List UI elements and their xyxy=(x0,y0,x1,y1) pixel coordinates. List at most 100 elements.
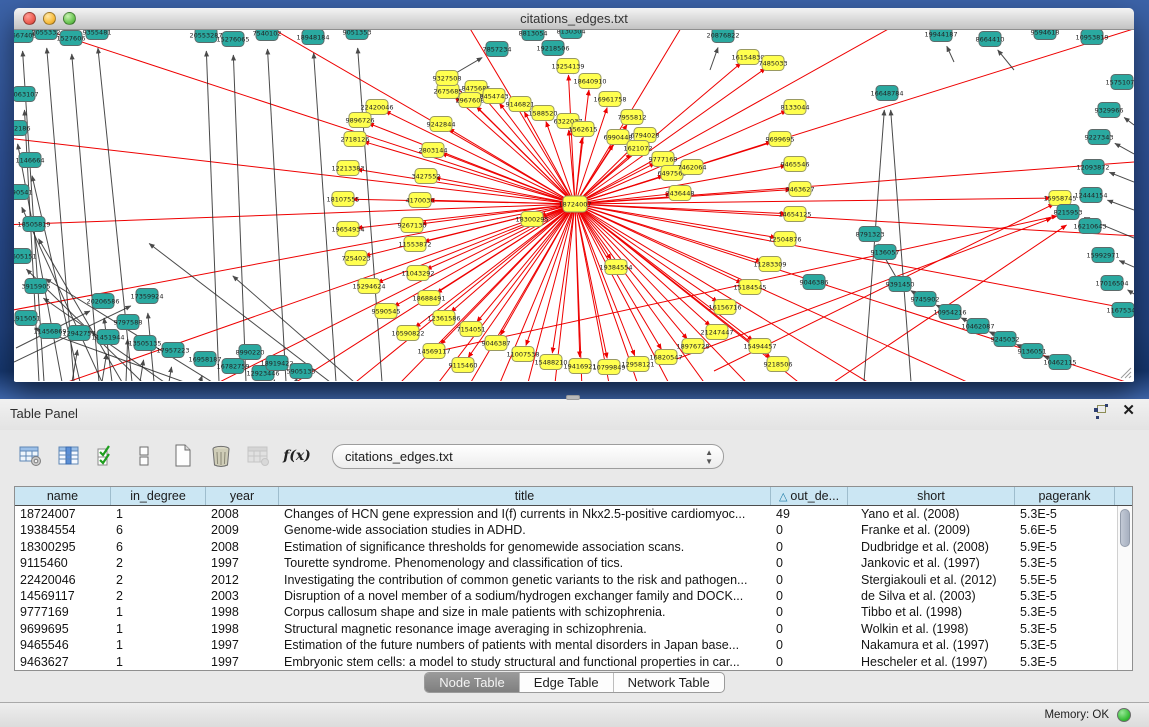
graph-node[interactable]: 5905135 xyxy=(287,364,316,379)
graph-node[interactable]: 14569117 xyxy=(417,344,450,359)
graph-node[interactable]: 16648784 xyxy=(870,86,903,101)
tab-edge-table[interactable]: Edge Table xyxy=(520,673,614,692)
column-header-in_degree[interactable]: in_degree xyxy=(111,487,206,505)
column-header-title[interactable]: title xyxy=(279,487,771,505)
table-row[interactable]: 2242004622012Investigating the contribut… xyxy=(15,572,1132,588)
panel-drag-handle[interactable] xyxy=(566,395,580,400)
table-row[interactable]: 1830029562008Estimation of significance … xyxy=(15,539,1132,555)
window-titlebar[interactable]: citations_edges.txt xyxy=(14,8,1134,30)
import-table-button-disabled[interactable] xyxy=(244,441,274,471)
graph-edge[interactable] xyxy=(710,47,718,70)
graph-node[interactable]: 15751074 xyxy=(1105,75,1134,90)
graph-node[interactable]: 10590822 xyxy=(391,326,424,341)
function-builder-button[interactable]: f(x) xyxy=(282,441,312,471)
graph-edge[interactable] xyxy=(575,204,687,339)
table-row[interactable]: 911546021997Tourette syndrome. Phenomeno… xyxy=(15,555,1132,571)
select-all-apply-button[interactable] xyxy=(92,441,122,471)
graph-edge[interactable] xyxy=(449,129,575,204)
graph-edge[interactable] xyxy=(1119,261,1134,267)
table-row[interactable]: 946554611997Estimation of the future num… xyxy=(15,637,1132,653)
graph-node[interactable]: 7254023 xyxy=(342,251,371,266)
graph-node[interactable]: 19218506 xyxy=(536,41,569,56)
table-row[interactable]: 1872400712008Changes of HCN gene express… xyxy=(15,506,1132,522)
graph-node[interactable]: 12361586 xyxy=(427,311,460,326)
graph-edge[interactable] xyxy=(140,360,144,381)
table-scrollbar-thumb[interactable] xyxy=(1120,509,1130,547)
graph-node[interactable]: 9699695 xyxy=(766,132,795,147)
graph-node[interactable]: 12213383 xyxy=(331,161,364,176)
graph-node[interactable]: 13605151 xyxy=(14,249,37,264)
graph-node[interactable]: 11675349 xyxy=(1106,303,1134,318)
graph-node[interactable]: 9590541 xyxy=(14,185,32,200)
table-row[interactable]: 977716911998Corpus callosum shape and si… xyxy=(15,604,1132,620)
graph-node[interactable]: 9896726 xyxy=(346,113,375,128)
graph-edge[interactable] xyxy=(1109,172,1134,182)
graph-node[interactable]: 1915051 xyxy=(14,311,40,326)
column-header-name[interactable]: name xyxy=(15,487,111,505)
graph-node[interactable]: 8215953 xyxy=(1054,205,1083,220)
column-header-short[interactable]: short xyxy=(848,487,1015,505)
column-header-pagerank[interactable]: pagerank xyxy=(1015,487,1115,505)
memory-ok-icon[interactable] xyxy=(1117,708,1131,722)
graph-edge[interactable] xyxy=(1128,290,1134,294)
graph-node[interactable]: 8990220 xyxy=(236,345,265,360)
graph-node[interactable]: 17359924 xyxy=(130,289,163,304)
graph-node[interactable]: 9136051 xyxy=(1018,344,1047,359)
graph-edge[interactable] xyxy=(14,204,575,230)
graph-node[interactable]: 8791323 xyxy=(856,227,885,242)
graph-node[interactable]: 11283309 xyxy=(753,257,786,272)
graph-node[interactable]: 2063107 xyxy=(14,87,38,102)
graph-node[interactable]: 20876822 xyxy=(706,30,739,43)
graph-node[interactable]: 8133044 xyxy=(781,100,810,115)
tab-node-table[interactable]: Node Table xyxy=(425,673,520,692)
graph-node[interactable]: 16961758 xyxy=(593,92,626,107)
graph-node[interactable]: 9391450 xyxy=(886,277,915,292)
graph-node[interactable]: 9797588 xyxy=(114,315,143,330)
graph-node[interactable]: 3915905 xyxy=(22,279,51,294)
column-header-out_de[interactable]: △out_de... xyxy=(771,487,848,505)
graph-node[interactable]: 19384554 xyxy=(599,260,632,275)
graph-node[interactable]: 7540102 xyxy=(253,30,282,41)
graph-node[interactable]: 8813054 xyxy=(519,30,548,41)
graph-node[interactable]: 12093872 xyxy=(1076,160,1109,175)
graph-node[interactable]: 8130304 xyxy=(557,30,586,39)
graph-node[interactable]: 7955812 xyxy=(618,110,647,125)
graph-node[interactable]: 15992971 xyxy=(1086,248,1119,263)
graph-edge[interactable] xyxy=(575,204,710,326)
attribute-table[interactable]: namein_degreeyeartitle△out_de...shortpag… xyxy=(14,486,1133,671)
graph-edge[interactable] xyxy=(126,339,128,381)
graph-node[interactable]: 18724007 xyxy=(558,196,591,212)
tab-network-table[interactable]: Network Table xyxy=(614,673,724,692)
graph-node[interactable]: 9136057 xyxy=(871,245,900,260)
graph-node[interactable]: 18505819 xyxy=(17,217,50,232)
graph-node[interactable]: 1621072 xyxy=(624,141,653,156)
row-height-button[interactable] xyxy=(130,441,160,471)
graph-node[interactable]: 9267130 xyxy=(398,218,427,233)
graph-edge[interactable] xyxy=(1124,117,1134,125)
graph-node[interactable]: 9463627 xyxy=(786,182,815,197)
graph-node[interactable]: 9245032 xyxy=(991,332,1020,347)
graph-edge[interactable] xyxy=(104,318,112,381)
graph-edge[interactable] xyxy=(575,204,1044,381)
graph-node[interactable]: 9227343 xyxy=(1085,130,1114,145)
graph-edge[interactable] xyxy=(14,125,575,204)
table-selector[interactable]: citations_edges.txt ▲▼ xyxy=(332,444,724,469)
graph-node[interactable]: 9046386 xyxy=(800,275,829,290)
graph-node[interactable]: 1562615 xyxy=(569,122,598,137)
graph-node[interactable]: 15958745 xyxy=(1043,191,1076,206)
graph-node[interactable]: 8454743 xyxy=(480,89,509,104)
graph-edge[interactable] xyxy=(1115,143,1134,154)
graph-node[interactable]: 2718126 xyxy=(341,132,370,147)
graph-node[interactable]: 9590545 xyxy=(372,304,401,319)
graph-edge[interactable] xyxy=(575,204,1134,245)
show-columns-button[interactable] xyxy=(54,441,84,471)
graph-node[interactable]: 7857234 xyxy=(483,42,512,57)
graph-node[interactable]: 9594618 xyxy=(1031,30,1060,40)
graph-node[interactable]: 16210643 xyxy=(1073,219,1106,234)
minimize-window-button[interactable] xyxy=(43,12,56,25)
graph-node[interactable]: 1146664 xyxy=(16,153,45,168)
graph-node[interactable]: 7154051 xyxy=(457,322,486,337)
graph-node[interactable]: 1527606 xyxy=(57,31,86,46)
graph-node[interactable]: 9046387 xyxy=(482,336,511,351)
graph-edge[interactable] xyxy=(998,50,1014,70)
